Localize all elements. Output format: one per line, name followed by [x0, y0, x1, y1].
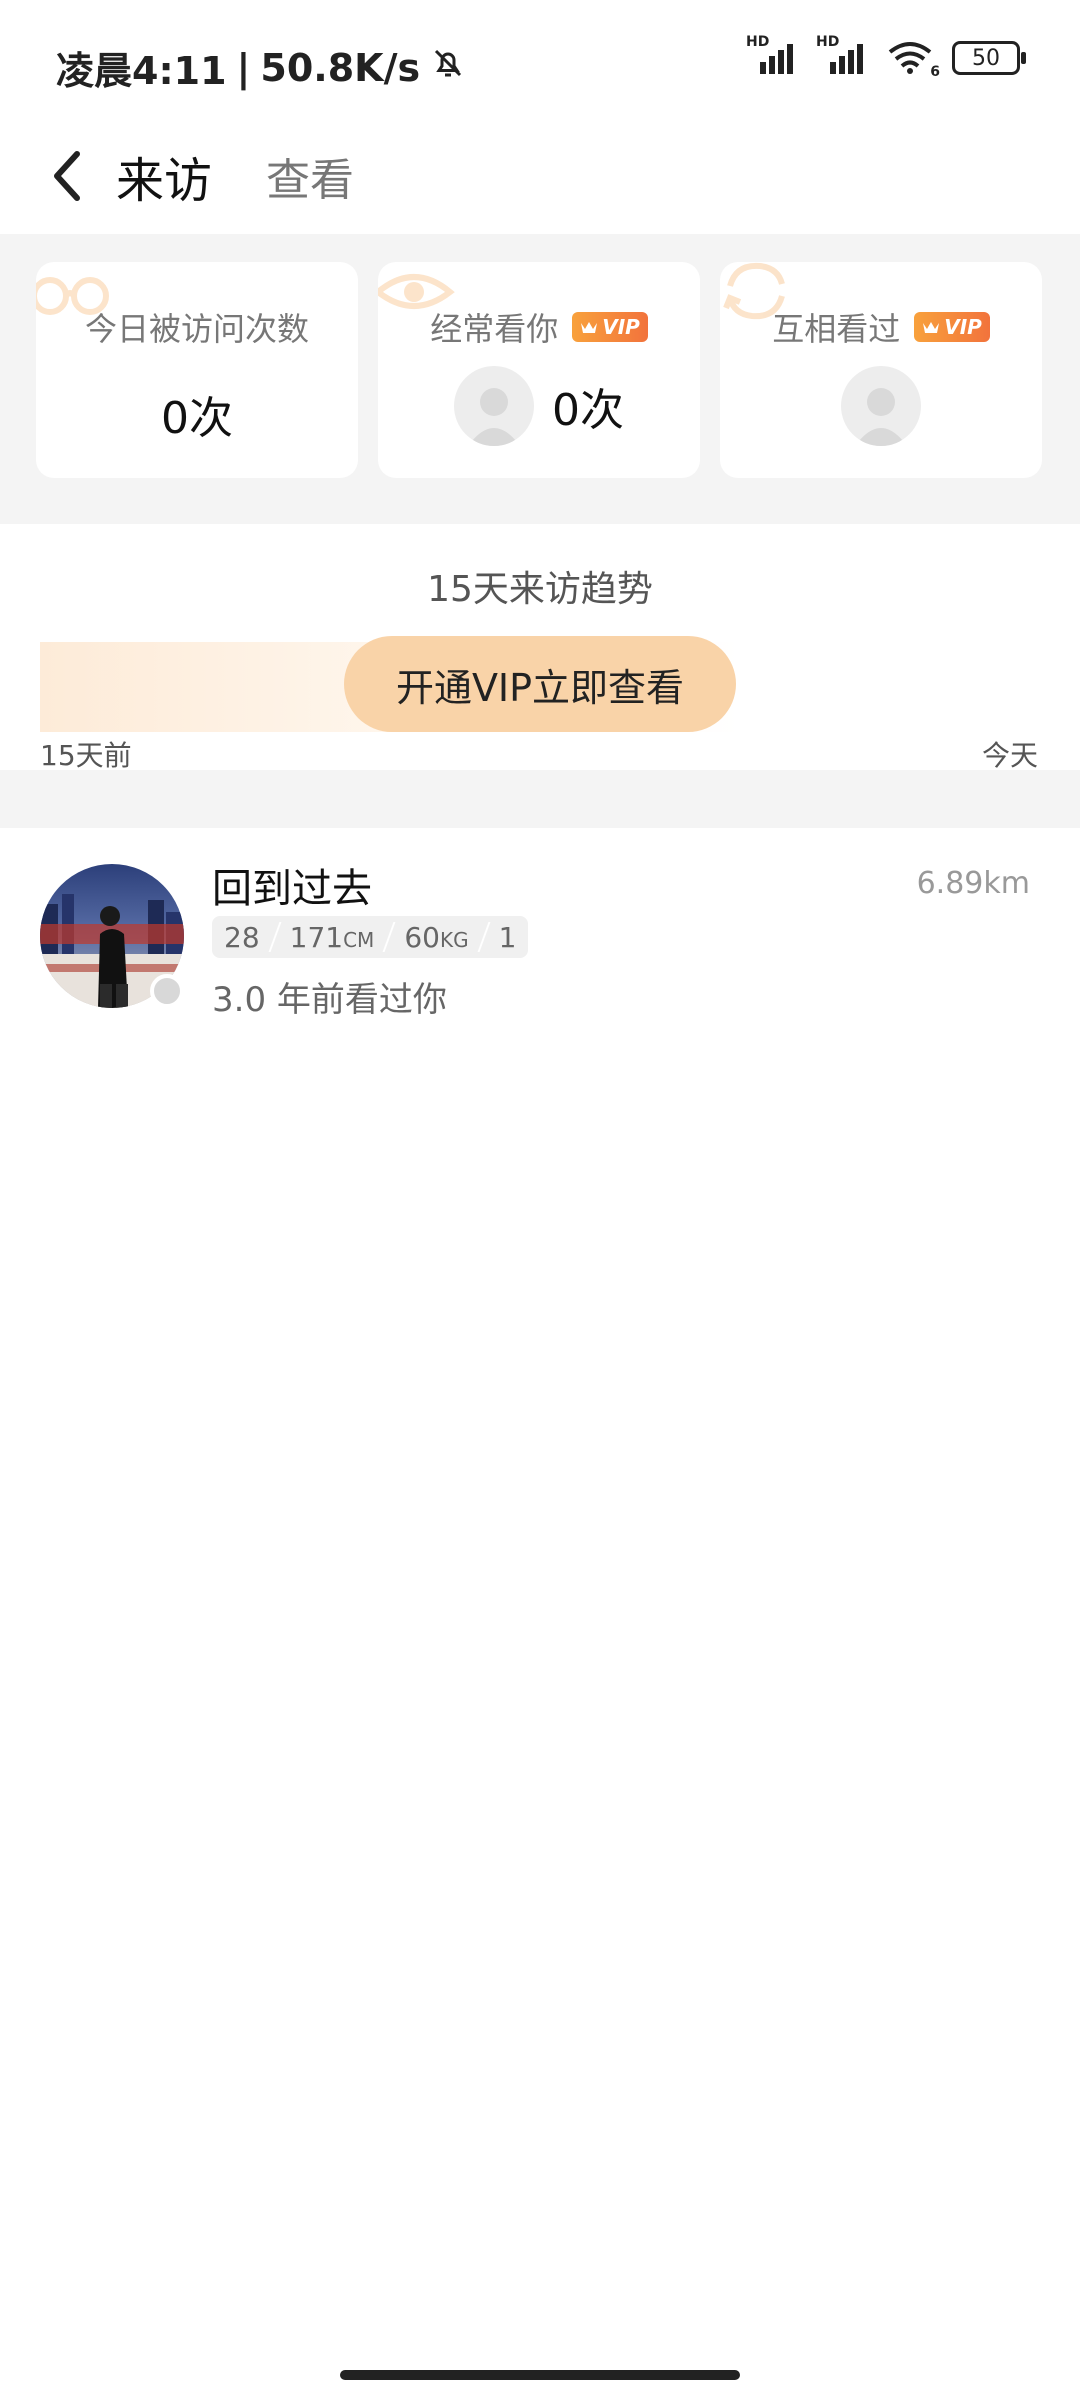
often-views-value: 0次 — [552, 385, 624, 436]
battery-icon: 50 — [952, 41, 1026, 75]
chevron-left-icon — [54, 151, 80, 201]
card-title-row: 今日被访问次数 — [36, 304, 358, 350]
mute-bell-icon — [430, 45, 466, 90]
status-right: HD HD 6 50 — [746, 34, 1026, 80]
visitors-page: 凌晨4:11 | 50.8K/s HD HD 6 50 来访 查看 今日被访问次… — [0, 0, 1080, 2400]
today-visits-card[interactable]: 今日被访问次数 0次 — [36, 262, 358, 478]
often-views-row: 0次 — [378, 366, 700, 446]
open-vip-button[interactable]: 开通VIP立即查看 — [344, 636, 736, 732]
status-separator: | — [236, 45, 251, 90]
tag-role: 1 — [498, 920, 517, 954]
battery-level: 50 — [972, 45, 1000, 71]
tag-separator — [268, 922, 282, 952]
person-icon — [855, 388, 907, 446]
today-visits-value: 0次 — [161, 393, 233, 444]
stats-section: 今日被访问次数 0次 经常看你 VIP 0次 互相看过 VIP — [0, 234, 1080, 524]
tag-weight-unit: KG — [439, 927, 469, 952]
tag-height-unit: CM — [343, 927, 375, 952]
tag-height: 171CM — [290, 921, 375, 954]
visitor-tags: 28 171CM 60KG 1 — [212, 916, 529, 958]
vip-badge: VIP — [914, 312, 990, 342]
tag-separator — [477, 922, 491, 952]
network-speed: 50.8K/s — [260, 45, 421, 90]
visitor-distance: 6.89km — [916, 866, 1030, 901]
visitor-name: 回到过去 — [212, 866, 372, 912]
home-indicator[interactable] — [340, 2370, 740, 2380]
today-visits-title: 今日被访问次数 — [84, 310, 309, 348]
wifi-icon: 6 — [886, 40, 940, 80]
status-left: 凌晨4:11 | 50.8K/s — [56, 40, 466, 95]
section-divider — [0, 770, 1080, 828]
trend-start-label: 15天前 — [40, 739, 132, 772]
vip-badge-label: VIP — [602, 315, 640, 339]
card-title-row: 经常看你 VIP — [378, 304, 700, 350]
signal-1-label: HD — [746, 34, 770, 50]
trend-section: 15天来访趋势 开通VIP立即查看 15天前 今天 — [0, 524, 1080, 772]
back-button[interactable] — [22, 131, 112, 221]
vip-badge: VIP — [572, 312, 648, 342]
signal-2-label: HD — [816, 34, 840, 50]
wifi-label: 6 — [930, 64, 940, 80]
tag-weight: 60KG — [404, 921, 468, 954]
person-icon — [468, 388, 520, 446]
signal-icon: HD — [746, 34, 798, 76]
crown-icon — [581, 322, 598, 333]
often-views-card[interactable]: 经常看你 VIP 0次 — [378, 262, 700, 478]
avatar-placeholder — [841, 366, 921, 446]
mutual-views-title: 互相看过 — [772, 310, 901, 348]
page-title: 来访 — [116, 153, 213, 209]
trend-end-label: 今天 — [981, 739, 1038, 772]
often-views-title: 经常看你 — [430, 310, 559, 348]
tag-weight-value: 60 — [404, 920, 440, 954]
visit-time: 3.0 年前看过你 — [212, 980, 447, 1020]
header: 来访 查看 — [0, 120, 1080, 232]
list-item[interactable]: 回到过去 6.89km 28 171CM 60KG 1 3.0 年前看过你 — [0, 828, 1080, 1028]
mutual-views-card[interactable]: 互相看过 VIP — [720, 262, 1042, 478]
vip-badge-label: VIP — [944, 315, 982, 339]
online-status-dot — [150, 974, 184, 1008]
card-title-row: 互相看过 VIP — [720, 304, 1042, 350]
tag-separator — [382, 922, 396, 952]
signal-icon: HD — [816, 34, 868, 76]
status-time: 凌晨4:11 — [56, 49, 227, 93]
status-bar: 凌晨4:11 | 50.8K/s HD HD 6 50 — [0, 0, 1080, 120]
tag-age: 28 — [224, 920, 260, 954]
view-button[interactable]: 查看 — [266, 144, 354, 208]
crown-icon — [923, 322, 940, 333]
tag-height-value: 171 — [289, 920, 344, 954]
mutual-views-row — [720, 366, 1042, 446]
trend-title: 15天来访趋势 — [427, 569, 653, 610]
avatar-placeholder — [454, 366, 534, 446]
